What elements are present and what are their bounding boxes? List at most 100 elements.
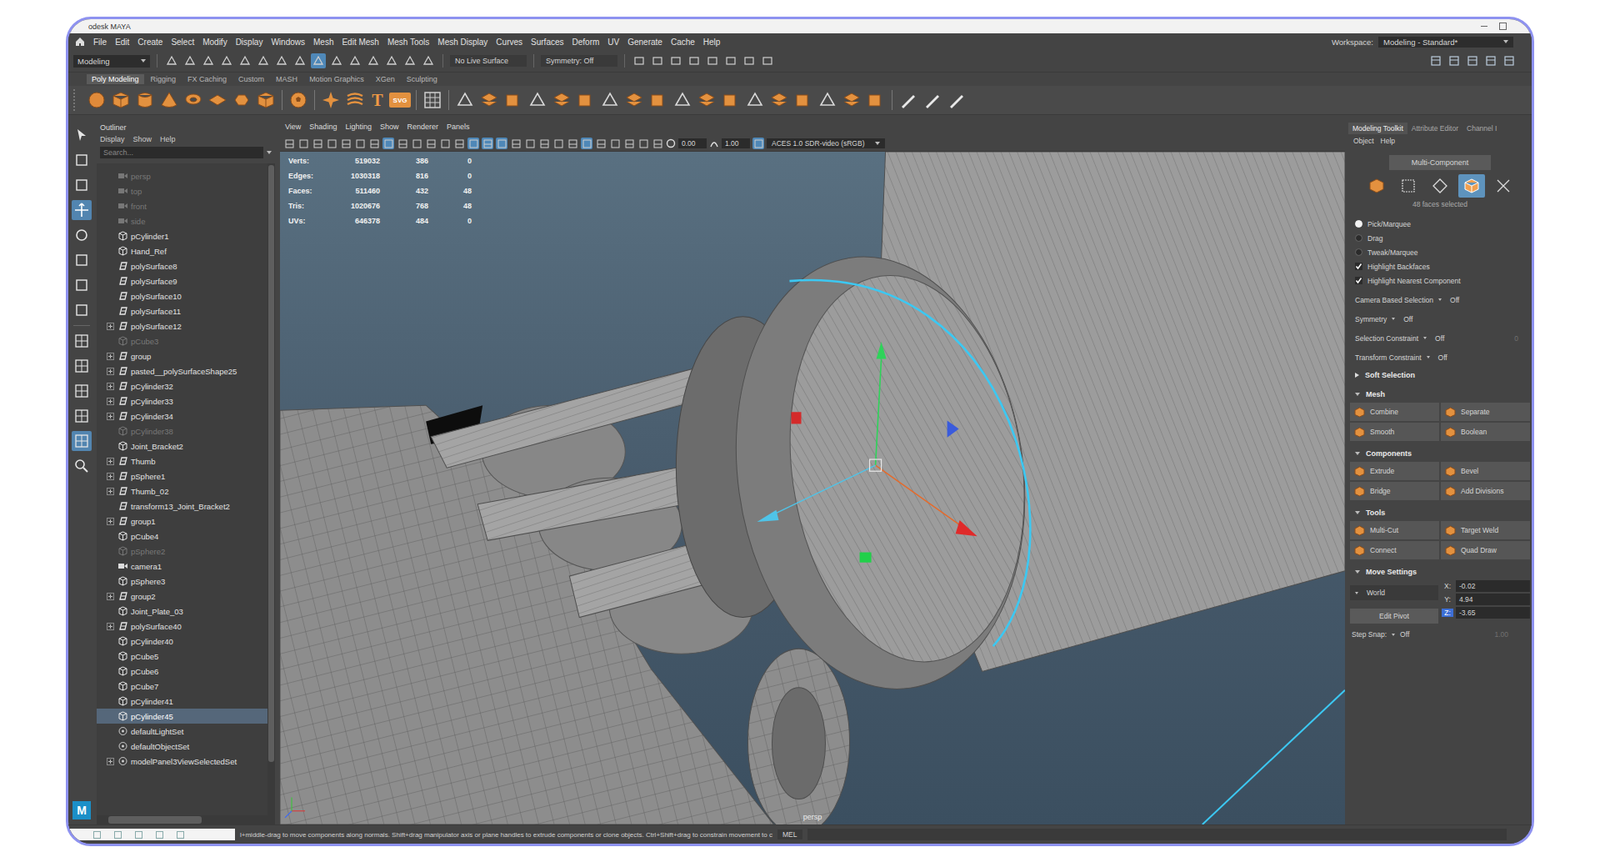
mesh-tool-button[interactable]: Quad Draw	[1440, 540, 1530, 560]
search-field[interactable]: Search...	[100, 146, 264, 159]
maximize-icon[interactable]	[1499, 22, 1507, 30]
tool-icon[interactable]	[71, 275, 92, 295]
render-tool-icon[interactable]	[705, 53, 720, 69]
shelf-tool-icon[interactable]	[695, 89, 718, 111]
status-tool-icon[interactable]	[402, 53, 418, 69]
live-surface-field[interactable]: No Live Surface	[450, 55, 527, 67]
outliner-item[interactable]: group2	[96, 588, 268, 604]
color-management-icon[interactable]	[752, 137, 765, 150]
outliner-scrollbar[interactable]	[267, 163, 275, 815]
status-tool-icon[interactable]	[237, 53, 253, 69]
primitive-icon[interactable]	[134, 89, 156, 111]
outliner-item[interactable]: top	[96, 183, 268, 199]
viewport-toggle-icon[interactable]	[297, 137, 310, 150]
shelf-tool-icon[interactable]	[816, 89, 839, 111]
outliner-item[interactable]: pCylinder45	[96, 708, 268, 724]
viewport-canvas[interactable]: Verts:5190323860Edges:10303188160Faces:5…	[280, 151, 1345, 825]
option-dropdown[interactable]: Selection ConstraintOff0	[1355, 330, 1525, 345]
expand-icon[interactable]	[106, 757, 115, 765]
primitive-icon[interactable]	[110, 89, 132, 111]
mesh-tool-button[interactable]: Target Weld	[1440, 520, 1530, 540]
render-tool-icon[interactable]	[723, 53, 739, 69]
text-tool-icon[interactable]: SVG	[389, 92, 411, 108]
menu-item[interactable]: Mesh Tools	[387, 37, 430, 47]
layout-icon[interactable]	[71, 405, 92, 426]
menu-item[interactable]: UV	[607, 37, 620, 47]
mesh-tool-button[interactable]: Connect	[1350, 540, 1440, 560]
shelf-tool-icon[interactable]	[478, 89, 500, 111]
status-tool-icon[interactable]	[182, 53, 198, 69]
viewport-toggle-icon[interactable]	[623, 137, 635, 150]
taskbar-icon[interactable]	[93, 830, 101, 839]
shelf-tool-icon[interactable]	[454, 89, 476, 111]
outliner-item[interactable]: transform13_Joint_Bracket2	[96, 498, 268, 514]
viewport-toggle-icon[interactable]	[382, 137, 395, 150]
shelf-tab[interactable]: Motion Graphics	[304, 74, 370, 85]
tool-icon[interactable]	[71, 300, 92, 320]
menu-item[interactable]: Create	[137, 37, 163, 47]
step-snap[interactable]: Step Snap:Off1.00	[1348, 623, 1532, 639]
outliner-item[interactable]: group	[96, 348, 268, 364]
shelf-tab[interactable]: FX Caching	[182, 74, 232, 85]
menu-item[interactable]: Mesh Display	[437, 37, 488, 47]
shelf-tool-icon[interactable]	[623, 89, 645, 111]
viewport-toggle-icon[interactable]	[467, 137, 480, 150]
minimize-icon[interactable]	[1480, 25, 1488, 27]
cylinder-cap[interactable]	[709, 237, 1052, 708]
primitive-icon[interactable]	[230, 89, 253, 111]
outliner-item[interactable]: pCylinder1	[96, 228, 268, 244]
outliner-item[interactable]: polySurface8	[96, 258, 268, 274]
tool-icon[interactable]	[71, 225, 92, 245]
joint-mesh[interactable]	[747, 648, 850, 825]
section-header[interactable]: Components	[1348, 445, 1532, 462]
shelf-tab[interactable]: Custom	[233, 74, 270, 85]
toolkit-menu-item[interactable]: Object	[1353, 136, 1375, 145]
symmetry-dropdown[interactable]: Symmetry: Off	[540, 55, 618, 67]
tool-icon[interactable]	[71, 175, 92, 195]
viewport-toggle-icon[interactable]	[283, 137, 295, 150]
outliner-item[interactable]: polySurface11	[96, 303, 268, 319]
mesh-tool-button[interactable]: Bevel	[1440, 461, 1530, 480]
outliner-item[interactable]: pCube4	[96, 528, 268, 544]
viewport-toggle-icon[interactable]	[651, 137, 664, 150]
render-tool-icon[interactable]	[686, 53, 702, 69]
shelf-tool-icon[interactable]	[671, 89, 694, 111]
selection-mode-icon[interactable]	[1490, 174, 1517, 198]
primitive-icon[interactable]	[182, 89, 205, 111]
outliner-hscrollbar[interactable]	[96, 815, 275, 825]
taskbar-icon[interactable]	[135, 830, 143, 839]
viewport-toggle-icon[interactable]	[453, 137, 465, 150]
outliner-item[interactable]: Joint_Bracket2	[96, 438, 268, 454]
shelf-tool-icon[interactable]	[575, 89, 597, 111]
viewport-toggle-icon[interactable]	[609, 137, 621, 150]
option-dropdown[interactable]: SymmetryOff	[1355, 311, 1525, 326]
selection-mode-icon[interactable]	[1458, 174, 1485, 198]
taskbar-icon[interactable]	[155, 830, 164, 839]
outliner-item[interactable]: pasted__polySurfaceShape25	[96, 363, 268, 379]
outliner-item[interactable]: Thumb	[96, 453, 268, 469]
toolkit-tab[interactable]: Attribute Editor	[1407, 122, 1463, 135]
outliner-item[interactable]: persp	[96, 168, 268, 184]
section-header[interactable]: Soft Selection	[1348, 366, 1532, 384]
shelf-tool-icon[interactable]	[897, 89, 920, 111]
menu-item[interactable]: Edit Mesh	[341, 37, 379, 47]
panel-toggle-icon[interactable]	[1465, 53, 1480, 69]
shelf-tool-icon[interactable]	[865, 89, 887, 111]
shelf-tool-icon[interactable]	[502, 89, 525, 111]
viewport-menu-item[interactable]: Renderer	[406, 122, 439, 135]
status-tool-icon[interactable]	[274, 53, 290, 69]
outliner-item[interactable]: defaultLightSet	[96, 723, 268, 739]
edit-pivot-button[interactable]: Edit Pivot	[1350, 608, 1439, 624]
mesh-tool-button[interactable]: Extrude	[1350, 461, 1440, 480]
expand-icon[interactable]	[106, 352, 115, 360]
status-tool-icon[interactable]	[384, 53, 400, 69]
viewport-toggle-icon[interactable]	[325, 137, 338, 150]
shelf-tool-icon[interactable]	[744, 89, 766, 111]
pipe-icon[interactable]	[344, 89, 366, 111]
expand-icon[interactable]	[106, 382, 115, 390]
expand-icon[interactable]	[106, 517, 115, 525]
outliner-item[interactable]: pCylinder41	[96, 693, 268, 709]
render-tool-icon[interactable]	[741, 53, 757, 69]
outliner-item[interactable]: polySurface10	[96, 288, 268, 304]
menu-item[interactable]: Curves	[495, 37, 523, 47]
